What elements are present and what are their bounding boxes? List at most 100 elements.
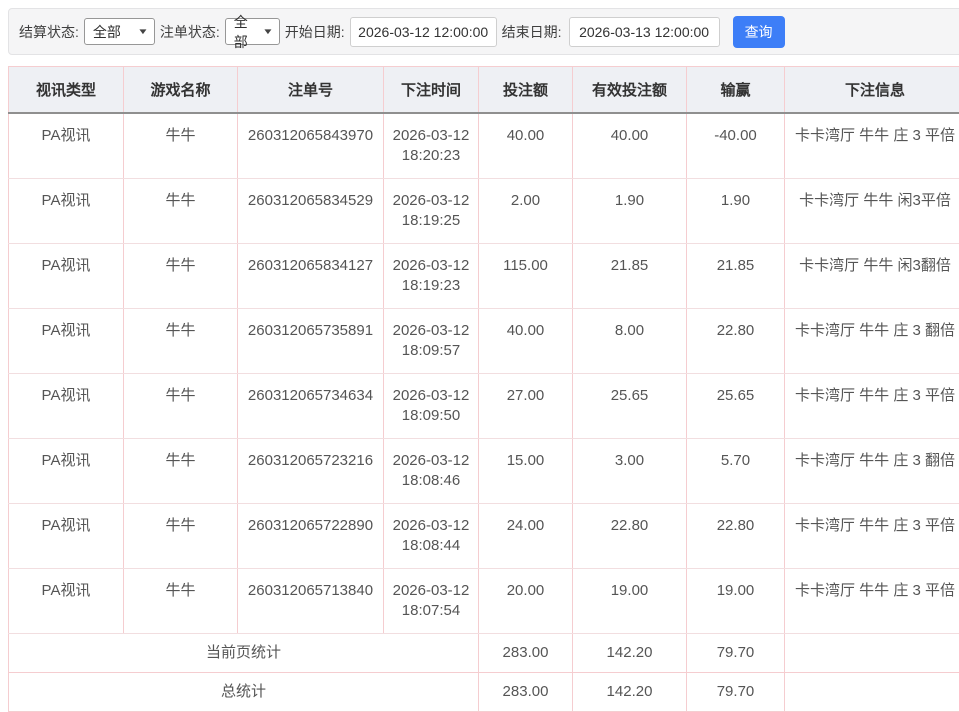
header-video-type: 视讯类型 — [9, 67, 124, 114]
table-header-row: 视讯类型 游戏名称 注单号 下注时间 投注额 有效投注额 输赢 下注信息 — [9, 67, 959, 114]
cell-bet-number: 260312065834127 — [238, 244, 384, 309]
cell-bet-info: 卡卡湾厅 牛牛 庄 3 翻倍 — [785, 309, 959, 374]
cell-bet-amount: 40.00 — [479, 309, 573, 374]
cell-bet-amount: 27.00 — [479, 374, 573, 439]
cell-bet-amount: 15.00 — [479, 439, 573, 504]
table-body: PA视讯牛牛2603120658439702026-03-12 18:20:23… — [9, 113, 959, 634]
summary-label: 当前页统计 — [9, 634, 479, 673]
summary-valid-amount: 142.20 — [573, 634, 687, 673]
header-bet-info: 下注信息 — [785, 67, 959, 114]
bet-status-select[interactable]: 全部 ▼ — [225, 18, 280, 45]
cell-bet-info: 卡卡湾厅 牛牛 庄 3 平倍 — [785, 113, 959, 179]
cell-video-type: PA视讯 — [9, 244, 124, 309]
table-row: PA视讯牛牛2603120657228902026-03-12 18:08:44… — [9, 504, 959, 569]
table-row: PA视讯牛牛2603120657138402026-03-12 18:07:54… — [9, 569, 959, 634]
bet-records-table: 视讯类型 游戏名称 注单号 下注时间 投注额 有效投注额 输赢 下注信息 PA视… — [8, 66, 959, 712]
table-row: PA视讯牛牛2603120658345292026-03-12 18:19:25… — [9, 179, 959, 244]
cell-video-type: PA视讯 — [9, 179, 124, 244]
cell-bet-amount: 20.00 — [479, 569, 573, 634]
table-row: PA视讯牛牛2603120658341272026-03-12 18:19:23… — [9, 244, 959, 309]
cell-bet-info: 卡卡湾厅 牛牛 庄 3 平倍 — [785, 374, 959, 439]
cell-bet-time: 2026-03-12 18:20:23 — [384, 113, 479, 179]
summary-label: 总统计 — [9, 673, 479, 712]
summary-row-current-page: 当前页统计 283.00 142.20 79.70 — [9, 634, 959, 673]
header-bet-time: 下注时间 — [384, 67, 479, 114]
cell-video-type: PA视讯 — [9, 113, 124, 179]
cell-bet-amount: 40.00 — [479, 113, 573, 179]
cell-bet-info: 卡卡湾厅 牛牛 闲3翻倍 — [785, 244, 959, 309]
cell-bet-number: 260312065723216 — [238, 439, 384, 504]
cell-game-name: 牛牛 — [124, 374, 238, 439]
cell-bet-time: 2026-03-12 18:19:25 — [384, 179, 479, 244]
bet-status-value: 全部 — [234, 12, 258, 52]
bet-status-label: 注单状态: — [160, 22, 220, 42]
cell-game-name: 牛牛 — [124, 244, 238, 309]
cell-valid-amount: 21.85 — [573, 244, 687, 309]
start-date-input[interactable] — [350, 17, 497, 47]
table-row: PA视讯牛牛2603120657232162026-03-12 18:08:46… — [9, 439, 959, 504]
summary-win-loss: 79.70 — [687, 673, 785, 712]
cell-valid-amount: 3.00 — [573, 439, 687, 504]
cell-win-loss: 22.80 — [687, 309, 785, 374]
filter-bar: 结算状态: 全部 ▼ 注单状态: 全部 ▼ 开始日期: 结束日期: 查询 — [8, 8, 959, 55]
chevron-down-icon: ▼ — [137, 27, 149, 36]
cell-bet-amount: 115.00 — [479, 244, 573, 309]
cell-win-loss: 1.90 — [687, 179, 785, 244]
header-valid-amount: 有效投注额 — [573, 67, 687, 114]
settle-status-select[interactable]: 全部 ▼ — [84, 18, 155, 45]
summary-empty-cell — [785, 634, 959, 673]
cell-valid-amount: 19.00 — [573, 569, 687, 634]
header-bet-amount: 投注额 — [479, 67, 573, 114]
cell-bet-info: 卡卡湾厅 牛牛 庄 3 平倍 — [785, 504, 959, 569]
table-row: PA视讯牛牛2603120657346342026-03-12 18:09:50… — [9, 374, 959, 439]
cell-bet-info: 卡卡湾厅 牛牛 庄 3 翻倍 — [785, 439, 959, 504]
cell-video-type: PA视讯 — [9, 309, 124, 374]
cell-win-loss: 21.85 — [687, 244, 785, 309]
cell-win-loss: 19.00 — [687, 569, 785, 634]
summary-win-loss: 79.70 — [687, 634, 785, 673]
bet-records-table-wrap: 视讯类型 游戏名称 注单号 下注时间 投注额 有效投注额 输赢 下注信息 PA视… — [8, 66, 959, 712]
header-win-loss: 输赢 — [687, 67, 785, 114]
summary-bet-amount: 283.00 — [479, 634, 573, 673]
cell-bet-info: 卡卡湾厅 牛牛 闲3平倍 — [785, 179, 959, 244]
cell-video-type: PA视讯 — [9, 439, 124, 504]
cell-bet-number: 260312065735891 — [238, 309, 384, 374]
cell-bet-amount: 24.00 — [479, 504, 573, 569]
cell-win-loss: -40.00 — [687, 113, 785, 179]
table-row: PA视讯牛牛2603120657358912026-03-12 18:09:57… — [9, 309, 959, 374]
cell-bet-info: 卡卡湾厅 牛牛 庄 3 平倍 — [785, 569, 959, 634]
cell-bet-time: 2026-03-12 18:08:44 — [384, 504, 479, 569]
cell-bet-number: 260312065834529 — [238, 179, 384, 244]
cell-game-name: 牛牛 — [124, 309, 238, 374]
settle-status-label: 结算状态: — [19, 22, 79, 42]
cell-valid-amount: 22.80 — [573, 504, 687, 569]
cell-video-type: PA视讯 — [9, 374, 124, 439]
summary-bet-amount: 283.00 — [479, 673, 573, 712]
cell-game-name: 牛牛 — [124, 504, 238, 569]
start-date-label: 开始日期: — [285, 22, 345, 42]
cell-valid-amount: 40.00 — [573, 113, 687, 179]
summary-valid-amount: 142.20 — [573, 673, 687, 712]
settle-status-value: 全部 — [93, 22, 121, 42]
chevron-down-icon: ▼ — [262, 27, 274, 36]
cell-valid-amount: 1.90 — [573, 179, 687, 244]
cell-win-loss: 25.65 — [687, 374, 785, 439]
cell-bet-amount: 2.00 — [479, 179, 573, 244]
cell-bet-number: 260312065722890 — [238, 504, 384, 569]
cell-game-name: 牛牛 — [124, 179, 238, 244]
header-bet-number: 注单号 — [238, 67, 384, 114]
cell-bet-number: 260312065843970 — [238, 113, 384, 179]
cell-game-name: 牛牛 — [124, 439, 238, 504]
cell-bet-number: 260312065713840 — [238, 569, 384, 634]
cell-win-loss: 22.80 — [687, 504, 785, 569]
cell-bet-time: 2026-03-12 18:08:46 — [384, 439, 479, 504]
summary-row-total: 总统计 283.00 142.20 79.70 — [9, 673, 959, 712]
table-row: PA视讯牛牛2603120658439702026-03-12 18:20:23… — [9, 113, 959, 179]
summary-empty-cell — [785, 673, 959, 712]
header-game-name: 游戏名称 — [124, 67, 238, 114]
query-button[interactable]: 查询 — [733, 16, 785, 48]
end-date-input[interactable] — [569, 17, 720, 47]
cell-game-name: 牛牛 — [124, 569, 238, 634]
cell-bet-time: 2026-03-12 18:07:54 — [384, 569, 479, 634]
cell-video-type: PA视讯 — [9, 569, 124, 634]
